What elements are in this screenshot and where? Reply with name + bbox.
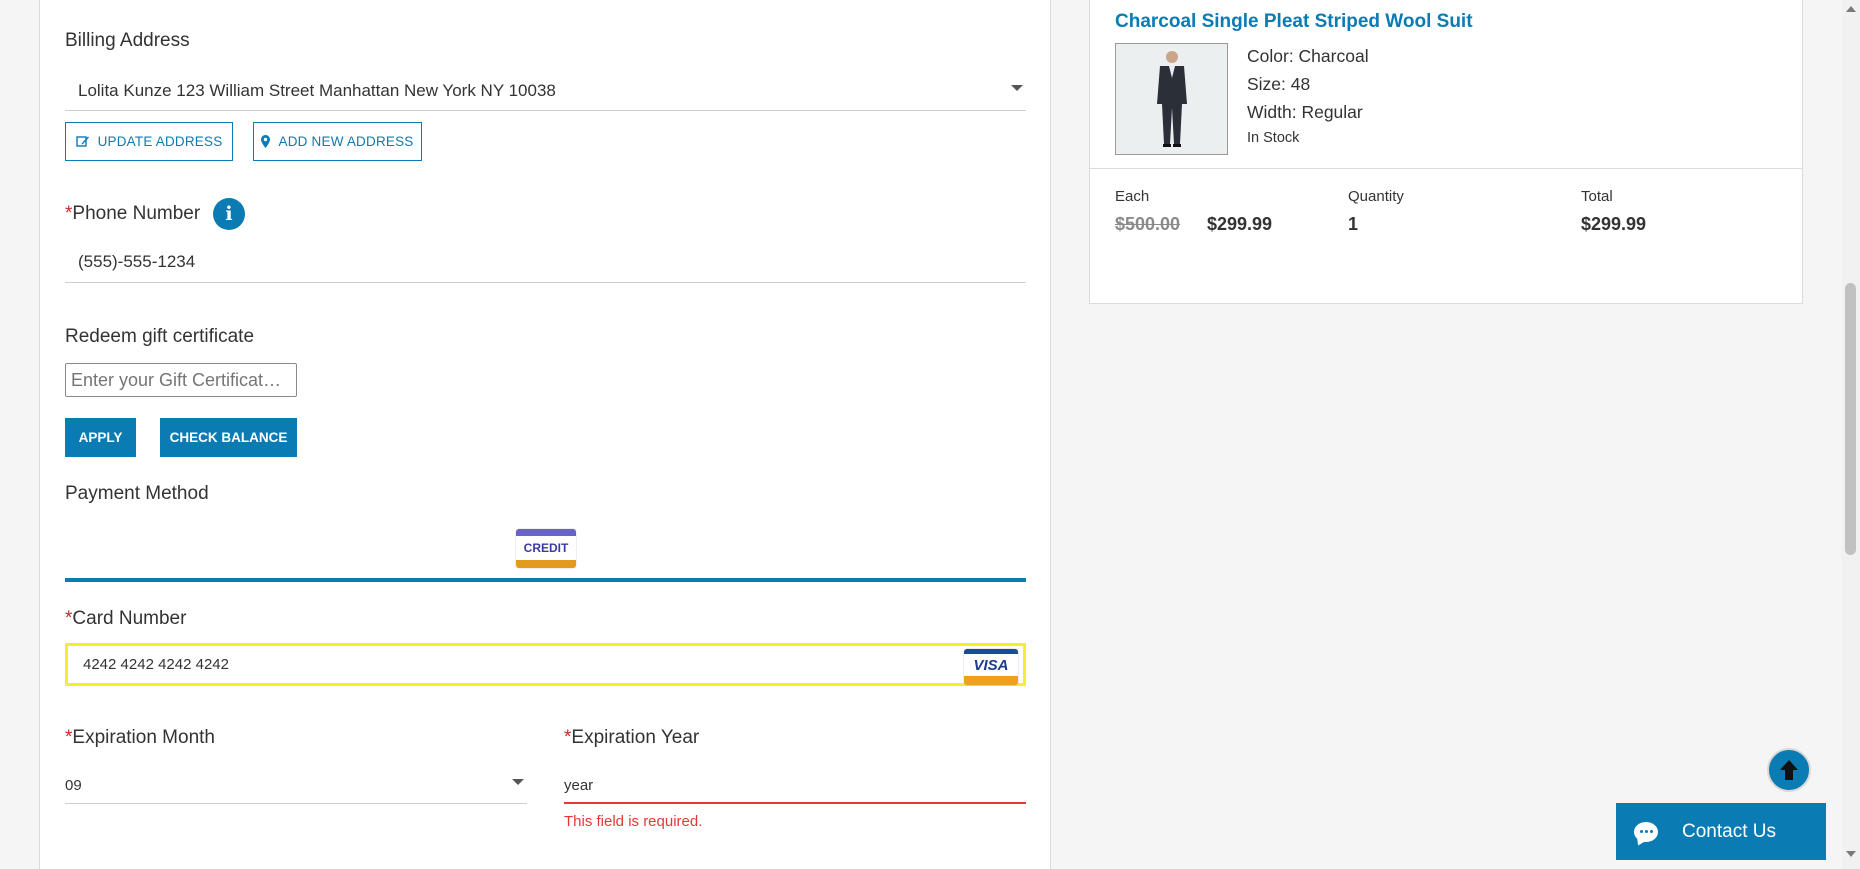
expiration-year-label-text: Expiration Year <box>571 727 700 748</box>
map-marker-icon <box>261 135 271 148</box>
scrollbar-thumb[interactable] <box>1845 283 1856 555</box>
update-address-label: UPDATE ADDRESS <box>97 134 223 149</box>
expiration-month-select[interactable]: 09 <box>65 769 527 804</box>
chat-bubble-icon <box>1634 821 1658 842</box>
product-image[interactable] <box>1115 43 1228 155</box>
chevron-down-icon <box>1011 85 1023 91</box>
edit-icon <box>75 136 89 147</box>
expiration-year-error: This field is required. <box>564 813 703 830</box>
expiration-month-value: 09 <box>65 777 82 794</box>
card-number-label: *Card Number <box>65 608 186 630</box>
billing-address-heading: Billing Address <box>65 30 190 51</box>
arrow-up-icon <box>1780 760 1798 780</box>
phone-number-value: (555)-555-1234 <box>78 252 196 271</box>
product-stock-status: In Stock <box>1247 130 1300 146</box>
quantity-value: 1 <box>1348 214 1359 234</box>
phone-number-label: *Phone Number <box>65 203 200 225</box>
expiration-year-error-underline <box>564 802 1026 804</box>
chevron-down-icon <box>512 779 524 785</box>
payment-tab-underline <box>65 578 1026 582</box>
card-brand-label: VISA <box>973 656 1009 674</box>
total-column-header: Total <box>1581 188 1613 205</box>
summary-divider <box>1090 168 1802 169</box>
product-title-link[interactable]: Charcoal Single Pleat Striped Wool Suit <box>1115 11 1473 33</box>
scroll-down-icon[interactable] <box>1846 851 1856 857</box>
visa-card-icon: VISA <box>964 649 1018 685</box>
product-color: Color: Charcoal <box>1247 46 1369 66</box>
contact-us-button[interactable]: Contact Us <box>1616 803 1826 860</box>
expiration-year-value: year <box>564 777 594 794</box>
quantity-column-header: Quantity <box>1348 188 1404 205</box>
line-total: $299.99 <box>1581 214 1647 234</box>
suit-figure-icon <box>1116 44 1227 154</box>
expiration-year-label: *Expiration Year <box>564 727 699 749</box>
card-number-label-text: Card Number <box>72 608 187 629</box>
add-new-address-label: ADD NEW ADDRESS <box>278 134 414 149</box>
info-icon[interactable]: i <box>213 198 245 230</box>
check-balance-button[interactable]: CHECK BALANCE <box>160 418 297 457</box>
card-number-value: 4242 4242 4242 4242 <box>83 656 229 673</box>
product-width: Width: Regular <box>1247 102 1363 122</box>
expiration-year-input[interactable]: year <box>564 769 1026 802</box>
sale-price: $299.99 <box>1207 214 1273 234</box>
credit-tab-label: CREDIT <box>523 541 569 555</box>
card-number-input[interactable]: 4242 4242 4242 4242 VISA <box>65 643 1026 686</box>
expiration-month-label: *Expiration Month <box>65 727 215 749</box>
phone-number-label-text: Phone Number <box>72 203 201 224</box>
gift-certificate-heading: Redeem gift certificate <box>65 326 255 347</box>
contact-us-label: Contact Us <box>1682 820 1776 842</box>
original-price: $500.00 <box>1115 214 1181 234</box>
product-size: Size: 48 <box>1247 74 1311 94</box>
billing-address-select[interactable]: Lolita Kunze 123 William Street Manhatta… <box>65 75 1026 111</box>
billing-address-value: Lolita Kunze 123 William Street Manhatta… <box>78 81 556 100</box>
gift-certificate-input[interactable] <box>65 363 297 397</box>
scroll-up-icon[interactable] <box>1846 6 1856 12</box>
each-column-header: Each <box>1115 188 1150 205</box>
add-new-address-button[interactable]: ADD NEW ADDRESS <box>253 122 422 161</box>
back-to-top-button[interactable] <box>1767 748 1811 792</box>
update-address-button[interactable]: UPDATE ADDRESS <box>65 122 233 161</box>
apply-gift-button[interactable]: APPLY <box>65 418 136 457</box>
phone-number-input[interactable]: (555)-555-1234 <box>65 246 1026 283</box>
credit-card-tab-icon[interactable]: CREDIT <box>516 529 576 568</box>
payment-method-heading: Payment Method <box>65 483 209 504</box>
expiration-month-label-text: Expiration Month <box>72 727 215 748</box>
